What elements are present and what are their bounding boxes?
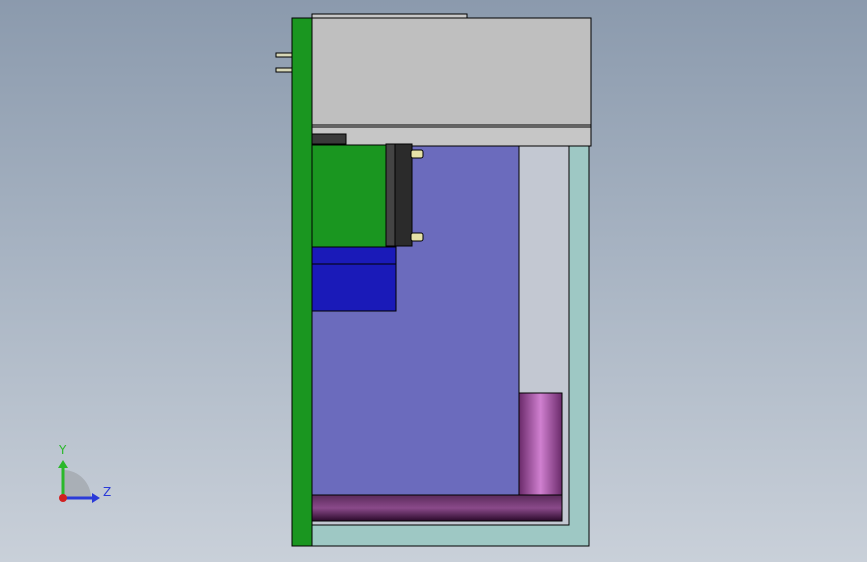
- model-drawing[interactable]: [0, 0, 867, 562]
- triad-z-label: Z: [103, 485, 112, 499]
- green-module: [311, 144, 387, 258]
- triad-plane-icon: [63, 470, 91, 498]
- pin-tabs: [275, 52, 293, 73]
- x-axis-icon: [59, 494, 67, 502]
- pcb-board: [291, 17, 313, 547]
- enclosure-top: [311, 13, 592, 126]
- triad-y-label: Y: [59, 443, 67, 457]
- cad-viewport[interactable]: Y Z: [0, 0, 867, 562]
- black-connector: [385, 143, 413, 247]
- coordinate-triad: Y Z: [50, 440, 120, 510]
- enclosure-bottom-strip: [311, 124, 592, 147]
- blue-block: [311, 246, 397, 312]
